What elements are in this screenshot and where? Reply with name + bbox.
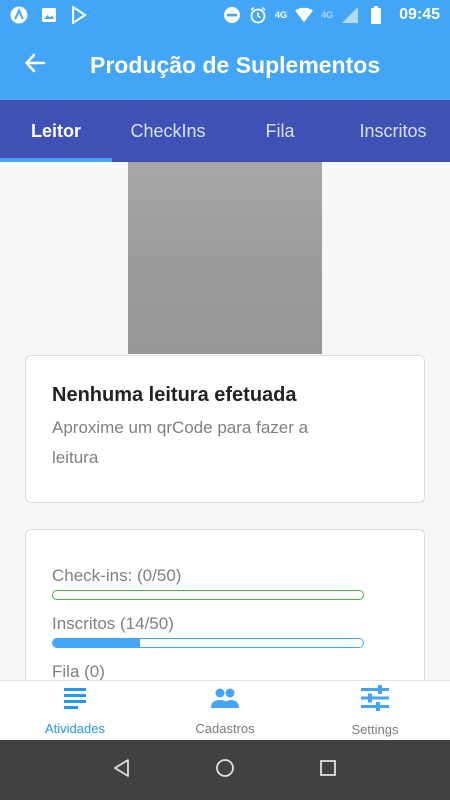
system-home-button[interactable] (205, 750, 245, 790)
fila-label: Fila (0) (52, 662, 105, 680)
a-app-icon (10, 6, 28, 24)
reading-status-subtitle-line1: Aproxime um qrCode para fazer a (52, 418, 309, 437)
back-button[interactable] (0, 30, 70, 100)
system-navigation-bar (0, 740, 450, 800)
network-label-primary: 4G (275, 10, 288, 20)
system-back-button[interactable] (102, 750, 142, 790)
tab-bar: Leitor CheckIns Fila Inscritos (0, 100, 450, 162)
signal-icon (341, 6, 359, 24)
nav-settings-label: Settings (351, 721, 399, 737)
square-recents-icon (319, 759, 337, 782)
camera-preview (128, 162, 322, 354)
system-recents-button[interactable] (308, 750, 348, 790)
triangle-back-icon (112, 758, 132, 783)
people-icon (210, 686, 240, 715)
image-icon (40, 6, 58, 24)
alarm-icon (249, 6, 267, 24)
reading-status-subtitle: Aproxime um qrCode para fazer a leitura (52, 413, 398, 473)
status-right-icons: 4G 4G 09:45 (223, 6, 440, 24)
arrow-left-icon (24, 52, 46, 79)
inscritos-label: Inscritos (14/50) (52, 614, 174, 633)
status-left-icons (10, 6, 88, 24)
reading-status-subtitle-line2: leitura (52, 448, 99, 467)
wifi-icon (295, 6, 314, 24)
checkins-progress-bar (52, 590, 364, 600)
bottom-navigation: Atividades Cadastros Settings (0, 680, 450, 740)
main-content: Nenhuma leitura efetuada Aproxime um qrC… (0, 162, 450, 680)
play-store-icon (70, 6, 88, 24)
nav-atividades[interactable]: Atividades (0, 681, 150, 740)
status-bar: 4G 4G 09:45 (0, 0, 450, 30)
reading-status-title: Nenhuma leitura efetuada (52, 384, 297, 406)
tab-inscritos[interactable]: Inscritos (336, 100, 450, 162)
checkins-label: Check-ins: (0/50) (52, 566, 182, 585)
nav-cadastros[interactable]: Cadastros (150, 681, 300, 740)
circle-home-icon (215, 758, 235, 783)
stats-card: Check-ins: (0/50) Inscritos (14/50) Fila… (25, 529, 425, 680)
app-bar: Produção de Suplementos (0, 30, 450, 100)
inscritos-progress-fill (53, 639, 140, 647)
sliders-icon (360, 684, 390, 716)
do-not-disturb-icon (223, 6, 241, 24)
inscritos-progress-bar (52, 638, 364, 648)
network-label-secondary: 4G (321, 10, 334, 20)
list-icon (62, 686, 88, 715)
nav-cadastros-label: Cadastros (195, 720, 255, 736)
page-title: Produção de Suplementos (90, 51, 381, 78)
battery-icon (367, 6, 385, 24)
reading-status-card: Nenhuma leitura efetuada Aproxime um qrC… (25, 355, 425, 503)
nav-settings[interactable]: Settings (300, 681, 450, 740)
tab-fila[interactable]: Fila (224, 100, 336, 162)
nav-atividades-label: Atividades (45, 720, 105, 736)
tab-checkins[interactable]: CheckIns (112, 100, 224, 162)
tab-leitor[interactable]: Leitor (0, 100, 112, 162)
status-time: 09:45 (399, 6, 440, 23)
